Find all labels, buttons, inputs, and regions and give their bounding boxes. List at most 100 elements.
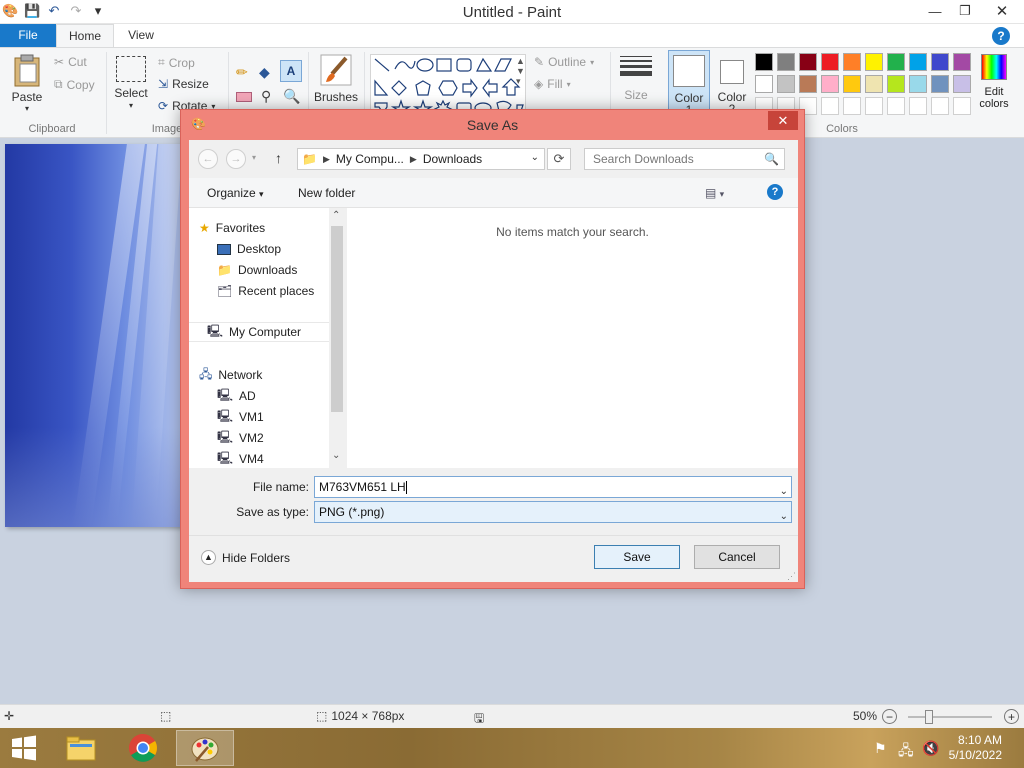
- tab-view[interactable]: View: [116, 24, 166, 47]
- nav-vm2[interactable]: 🖳 VM2: [217, 428, 264, 448]
- crop-button[interactable]: ⌗ Crop: [158, 55, 195, 70]
- resize-grip-icon[interactable]: ⋰: [787, 571, 796, 582]
- color-swatch[interactable]: [887, 53, 905, 71]
- file-name-input[interactable]: M763VM651 LH ⌄: [314, 476, 792, 498]
- zoom-slider-thumb[interactable]: [925, 710, 933, 724]
- fill-bucket-icon[interactable]: ◆: [259, 64, 270, 81]
- color-swatch[interactable]: [843, 75, 861, 93]
- color-picker-icon[interactable]: ⚲: [261, 88, 271, 105]
- recent-locations-chevron-icon[interactable]: ▾: [252, 153, 256, 162]
- color-swatch[interactable]: [755, 75, 773, 93]
- copy-button[interactable]: ⧉ Copy: [54, 77, 95, 92]
- nav-vm4[interactable]: 🖳 VM4: [217, 449, 264, 469]
- nav-recent-places[interactable]: 🗂 Recent places: [217, 281, 314, 301]
- forward-button[interactable]: →: [226, 149, 246, 169]
- action-center-flag-icon[interactable]: ⚑: [874, 740, 887, 757]
- nav-scrollbar-thumb[interactable]: [331, 226, 343, 412]
- shapes-scroll-icon[interactable]: ▲ ▼ ▾: [516, 56, 525, 87]
- organize-button[interactable]: Organize ▾: [207, 186, 264, 200]
- color-swatch[interactable]: [799, 53, 817, 71]
- refresh-button[interactable]: ⟳: [547, 148, 571, 170]
- color-swatch[interactable]: [931, 75, 949, 93]
- new-folder-button[interactable]: New folder: [298, 186, 355, 200]
- scroll-up-icon[interactable]: ⌃: [332, 210, 340, 221]
- network-icon[interactable]: 🖧: [898, 740, 914, 764]
- color-swatch[interactable]: [843, 53, 861, 71]
- color-swatch[interactable]: [865, 53, 883, 71]
- volume-muted-icon[interactable]: 🔇: [922, 740, 939, 757]
- color-swatch[interactable]: [909, 97, 927, 115]
- pencil-icon[interactable]: ✏: [236, 64, 248, 81]
- save-as-type-select[interactable]: PNG (*.png) ⌄: [314, 501, 792, 523]
- shapes-gallery[interactable]: [370, 54, 526, 112]
- start-button[interactable]: [0, 730, 48, 766]
- edit-colors-button[interactable]: Edit colors: [976, 54, 1012, 110]
- zoom-slider[interactable]: [908, 710, 992, 724]
- color-swatch[interactable]: [777, 53, 795, 71]
- view-options-icon[interactable]: ▤ ▾: [705, 186, 724, 200]
- scroll-down-icon[interactable]: ⌄: [332, 450, 340, 461]
- up-button[interactable]: ↑: [275, 150, 282, 166]
- address-bar[interactable]: 📁 ▶ My Compu... ▶ Downloads ⌄: [297, 148, 545, 170]
- color-swatch[interactable]: [909, 53, 927, 71]
- file-explorer-button[interactable]: [56, 730, 106, 766]
- color-swatch[interactable]: [931, 53, 949, 71]
- paste-button[interactable]: Paste ▾: [10, 54, 44, 113]
- color-swatch[interactable]: [865, 75, 883, 93]
- text-icon[interactable]: A: [280, 60, 302, 82]
- cancel-button[interactable]: Cancel: [694, 545, 780, 569]
- color-swatch[interactable]: [953, 97, 971, 115]
- magnifier-icon[interactable]: 🔍: [283, 88, 300, 105]
- color-swatch[interactable]: [821, 97, 839, 115]
- color-swatch[interactable]: [931, 97, 949, 115]
- color-swatch[interactable]: [843, 97, 861, 115]
- nav-network[interactable]: 🖧 Network: [199, 365, 262, 385]
- color-swatch[interactable]: [953, 53, 971, 71]
- dialog-close-button[interactable]: ✕: [768, 111, 798, 130]
- nav-favorites[interactable]: ★ Favorites: [199, 218, 265, 238]
- color-swatch[interactable]: [865, 97, 883, 115]
- color-swatch[interactable]: [821, 75, 839, 93]
- color-swatch[interactable]: [777, 75, 795, 93]
- help-icon[interactable]: ?: [992, 27, 1010, 45]
- resize-button[interactable]: ⇲ Resize: [158, 77, 209, 91]
- zoom-in-button[interactable]: +: [1004, 709, 1019, 724]
- minimize-button[interactable]: —: [920, 0, 950, 22]
- zoom-out-button[interactable]: −: [882, 709, 897, 724]
- breadcrumb-downloads[interactable]: Downloads: [423, 152, 482, 166]
- chevron-down-icon[interactable]: ⌄: [780, 482, 788, 502]
- color-swatch[interactable]: [755, 53, 773, 71]
- paint-taskbar-button[interactable]: [176, 730, 234, 766]
- breadcrumb-my-computer[interactable]: My Compu...: [336, 152, 404, 166]
- save-button[interactable]: Save: [594, 545, 680, 569]
- select-button[interactable]: Select ▾: [114, 56, 148, 110]
- nav-downloads[interactable]: 📁 Downloads: [217, 260, 297, 280]
- file-list[interactable]: No items match your search.: [347, 208, 798, 468]
- color-swatch[interactable]: [887, 75, 905, 93]
- tab-file[interactable]: File: [0, 24, 56, 47]
- close-button[interactable]: ✕: [980, 0, 1024, 22]
- maximize-button[interactable]: ❐: [950, 0, 980, 22]
- cut-button[interactable]: ✂ Cut: [54, 55, 87, 69]
- back-button[interactable]: ←: [198, 149, 218, 169]
- chevron-down-icon[interactable]: ⌄: [780, 507, 788, 527]
- search-input[interactable]: Search Downloads 🔍: [584, 148, 785, 170]
- nav-desktop[interactable]: Desktop: [217, 239, 281, 259]
- nav-my-computer[interactable]: 🖳 My Computer: [189, 322, 329, 342]
- color-swatch[interactable]: [799, 75, 817, 93]
- nav-scrollbar[interactable]: ⌃ ⌄: [329, 208, 346, 468]
- color-swatch[interactable]: [953, 75, 971, 93]
- hide-folders-button[interactable]: ▲ Hide Folders: [201, 550, 290, 565]
- color-swatch[interactable]: [909, 75, 927, 93]
- color-swatch[interactable]: [887, 97, 905, 115]
- address-dropdown-icon[interactable]: ⌄: [531, 152, 539, 163]
- nav-ad[interactable]: 🖳 AD: [217, 386, 256, 406]
- fill-button[interactable]: ◈ Fill ▾: [534, 77, 571, 91]
- color-swatch[interactable]: [821, 53, 839, 71]
- outline-button[interactable]: ✎ Outline ▾: [534, 55, 594, 69]
- clock[interactable]: 8:10 AM 5/10/2022: [949, 733, 1002, 763]
- help-icon[interactable]: ?: [767, 184, 783, 200]
- eraser-icon[interactable]: [236, 92, 252, 102]
- size-button[interactable]: Size: [618, 56, 654, 102]
- nav-vm1[interactable]: 🖳 VM1: [217, 407, 264, 427]
